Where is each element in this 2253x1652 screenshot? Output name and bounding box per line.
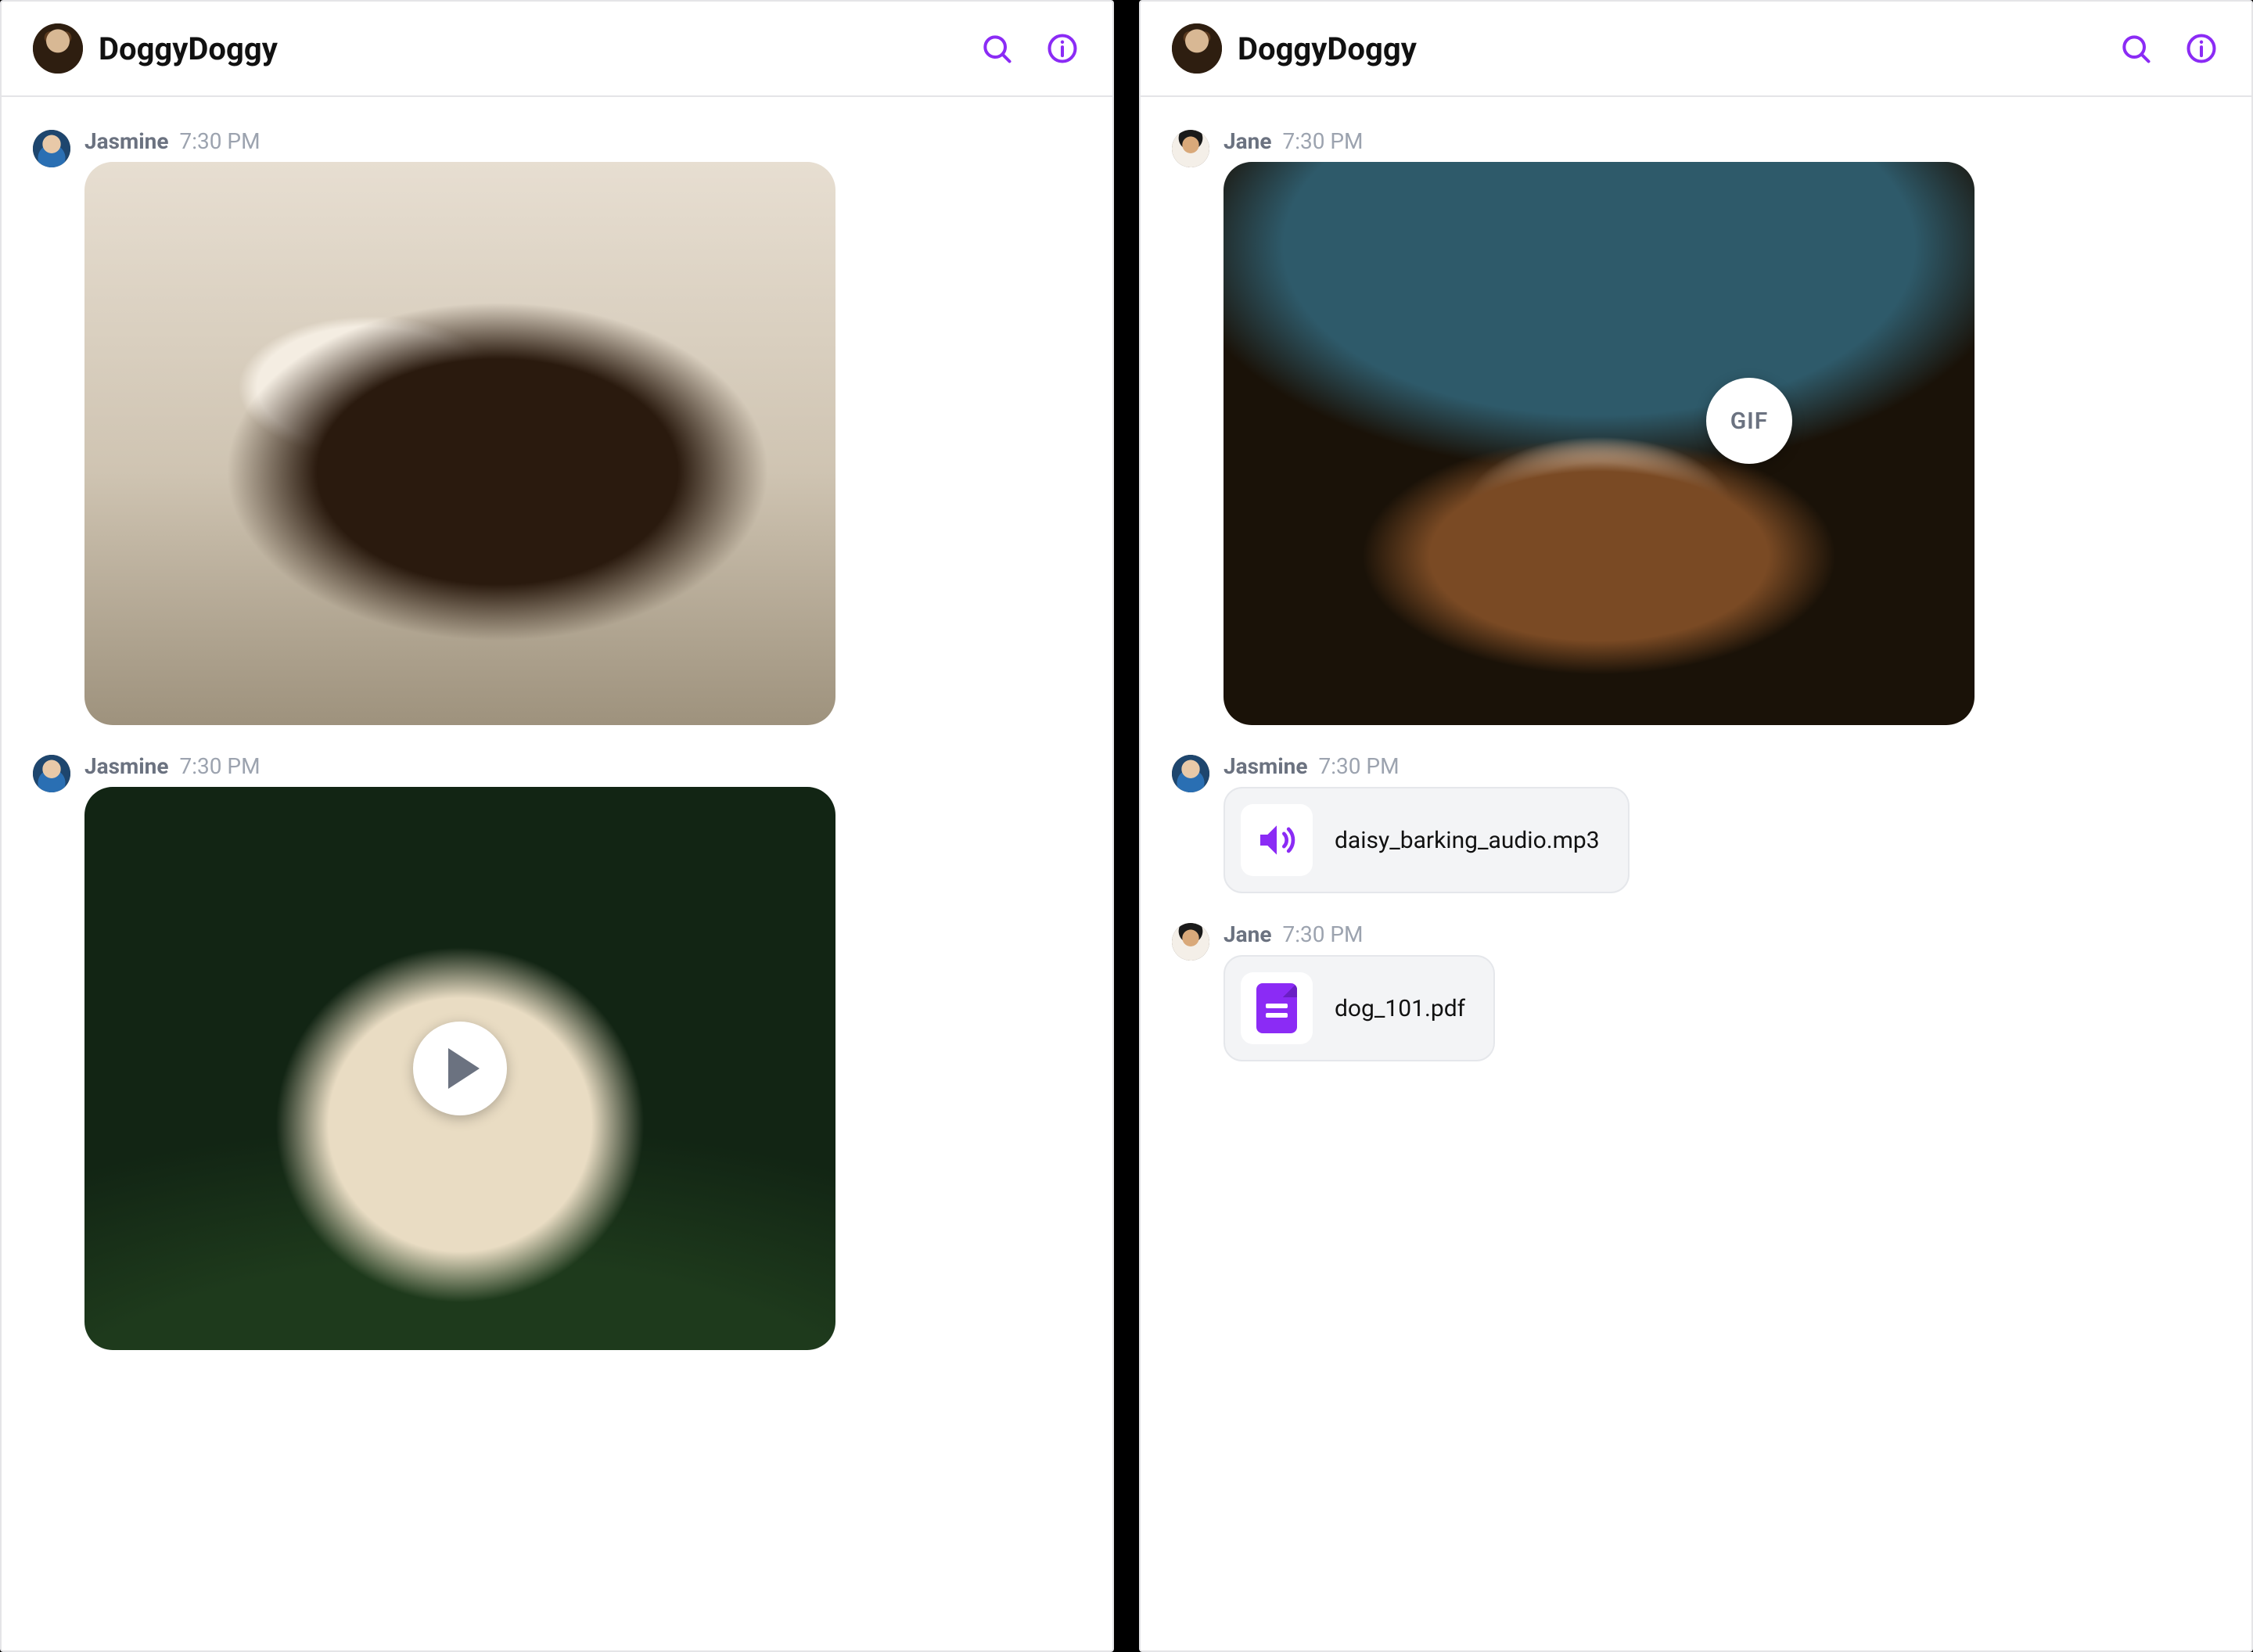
search-icon[interactable] bbox=[978, 30, 1015, 67]
messages-list: Jane 7:30 PM GIF Jasmine 7:30 PM bbox=[1141, 97, 2251, 1650]
image-attachment[interactable] bbox=[84, 162, 835, 725]
message-author: Jasmine bbox=[84, 128, 169, 154]
messages-list: Jasmine 7:30 PM Jasmine 7:30 PM bbox=[2, 97, 1112, 1650]
channel-avatar[interactable] bbox=[33, 23, 83, 74]
message-time: 7:30 PM bbox=[1282, 128, 1363, 154]
message-author: Jane bbox=[1224, 128, 1271, 154]
chat-header: DoggyDoggy bbox=[1141, 2, 2251, 97]
message: Jane 7:30 PM dog_101.pdf bbox=[1172, 921, 2220, 1061]
message: Jane 7:30 PM GIF bbox=[1172, 128, 2220, 725]
chat-panel-left: DoggyDoggy Jasmine 7:30 PM Jasmine bbox=[0, 0, 1114, 1652]
message-author: Jane bbox=[1224, 921, 1271, 947]
video-attachment[interactable] bbox=[84, 787, 835, 1350]
message-time: 7:30 PM bbox=[1319, 753, 1400, 779]
gif-badge: GIF bbox=[1706, 378, 1792, 464]
message: Jasmine 7:30 PM daisy_barking_audio.mp3 bbox=[1172, 753, 2220, 893]
message: Jasmine 7:30 PM bbox=[33, 128, 1081, 725]
channel-title: DoggyDoggy bbox=[99, 31, 950, 67]
audio-icon bbox=[1241, 804, 1313, 876]
message-time: 7:30 PM bbox=[180, 128, 261, 154]
avatar[interactable] bbox=[33, 755, 70, 792]
attachment-filename: dog_101.pdf bbox=[1335, 995, 1465, 1022]
info-icon[interactable] bbox=[1044, 30, 1081, 67]
avatar[interactable] bbox=[1172, 923, 1209, 961]
panel-divider bbox=[1114, 0, 1139, 1652]
play-icon bbox=[448, 1048, 480, 1089]
gif-attachment[interactable]: GIF bbox=[1224, 162, 1975, 725]
message-time: 7:30 PM bbox=[1282, 921, 1363, 947]
document-icon bbox=[1241, 972, 1313, 1044]
chat-panel-right: DoggyDoggy Jane 7:30 PM GIF bbox=[1139, 0, 2253, 1652]
search-icon[interactable] bbox=[2117, 30, 2154, 67]
message-author: Jasmine bbox=[1224, 753, 1308, 779]
avatar[interactable] bbox=[1172, 130, 1209, 167]
info-icon[interactable] bbox=[2183, 30, 2220, 67]
gif-label: GIF bbox=[1730, 408, 1769, 435]
audio-attachment[interactable]: daisy_barking_audio.mp3 bbox=[1224, 787, 1630, 893]
file-attachment[interactable]: dog_101.pdf bbox=[1224, 955, 1495, 1061]
avatar[interactable] bbox=[1172, 755, 1209, 792]
message-author: Jasmine bbox=[84, 753, 169, 779]
message-time: 7:30 PM bbox=[180, 753, 261, 779]
message: Jasmine 7:30 PM bbox=[33, 753, 1081, 1350]
channel-title: DoggyDoggy bbox=[1238, 31, 2089, 67]
attachment-filename: daisy_barking_audio.mp3 bbox=[1335, 827, 1600, 854]
play-button[interactable] bbox=[413, 1022, 507, 1115]
channel-avatar[interactable] bbox=[1172, 23, 1222, 74]
avatar[interactable] bbox=[33, 130, 70, 167]
chat-header: DoggyDoggy bbox=[2, 2, 1112, 97]
